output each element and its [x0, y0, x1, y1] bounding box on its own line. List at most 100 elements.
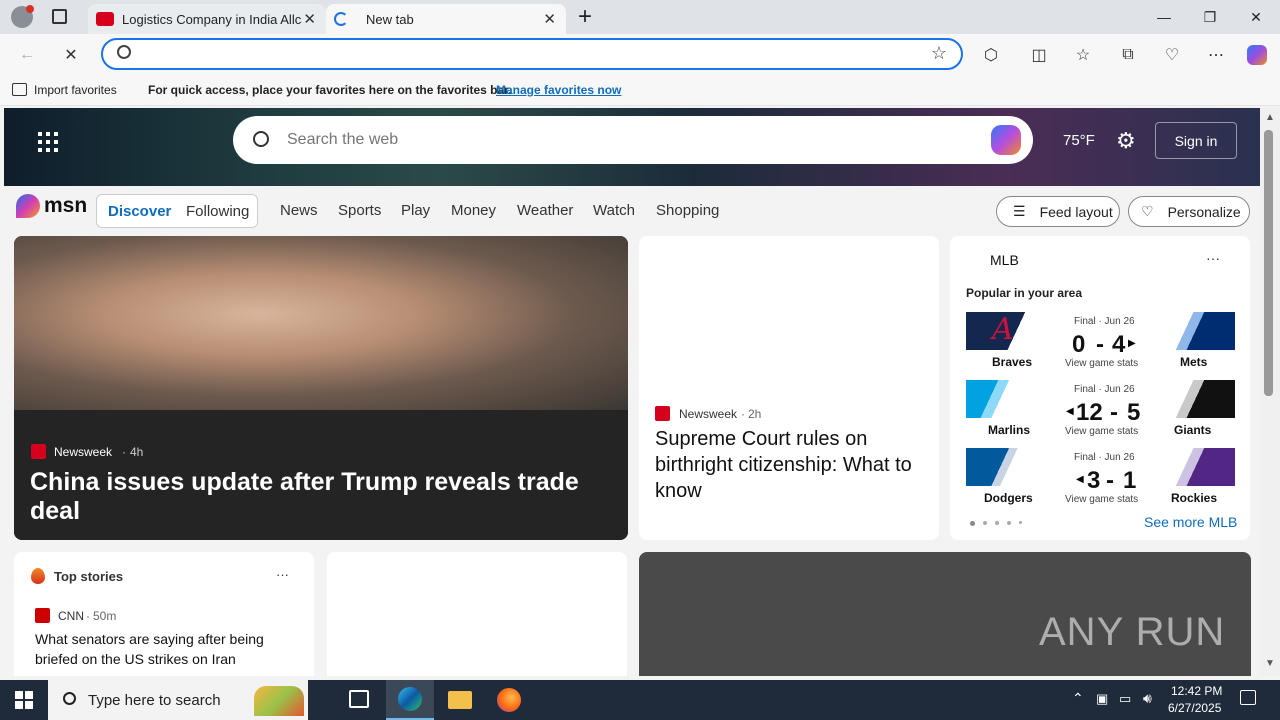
see-more-mlb-link[interactable]: See more MLB — [1144, 514, 1237, 530]
new-tab-button[interactable]: + — [578, 3, 592, 31]
header-background: 75°F ⚙ Sign in — [4, 108, 1260, 186]
restore-button[interactable]: ❐ — [1187, 0, 1233, 34]
scrollbar-thumb[interactable] — [1264, 130, 1273, 396]
more-options-icon[interactable]: ··· — [276, 567, 289, 582]
personalize-button[interactable]: ♡ Personalize — [1128, 196, 1250, 227]
favorites-icon[interactable]: ☆ — [1070, 42, 1096, 68]
firefox-icon[interactable] — [497, 688, 521, 712]
hero-headline[interactable]: China issues update after Trump reveals … — [30, 468, 610, 526]
weather-temperature[interactable]: 75°F — [1063, 132, 1095, 149]
msn-logo[interactable]: msn — [16, 194, 87, 218]
clock-time[interactable]: 12:42 PM — [1171, 684, 1222, 698]
feed-layout-button[interactable]: ☰ Feed layout — [996, 196, 1120, 227]
story-headline[interactable]: Supreme Court rules on birthright citize… — [655, 426, 923, 504]
score-dash: - — [1106, 467, 1114, 494]
apps-launcher-icon[interactable] — [38, 132, 58, 152]
sign-in-button[interactable]: Sign in — [1155, 122, 1237, 159]
tab-following[interactable]: Following — [186, 203, 249, 220]
top-stories-title[interactable]: Top stories — [54, 569, 123, 584]
device-icon[interactable]: ▣ — [1096, 691, 1108, 707]
profile-icon[interactable] — [11, 5, 34, 28]
msn-logo-text: msn — [44, 194, 88, 217]
copilot-icon[interactable] — [1244, 42, 1270, 68]
volume-icon[interactable]: 🔊︎ — [1143, 690, 1152, 707]
rockies-team-color — [1145, 448, 1235, 486]
allcargo-favicon-icon — [96, 12, 114, 26]
view-game-stats-link[interactable]: View game stats — [1065, 494, 1138, 505]
nav-play[interactable]: Play — [401, 202, 430, 219]
nav-watch[interactable]: Watch — [593, 202, 635, 219]
home-team: Braves — [992, 355, 1033, 369]
scroll-up-icon[interactable]: ▲ — [1265, 112, 1275, 123]
hero-age: 4h — [130, 445, 144, 459]
tab-discover[interactable]: Discover — [108, 203, 171, 220]
clock-date[interactable]: 6/27/2025 — [1168, 701, 1221, 715]
notifications-icon[interactable] — [1240, 690, 1256, 705]
more-options-icon[interactable]: ··· — [1206, 250, 1220, 266]
import-favorites-button[interactable]: Import favorites — [34, 83, 117, 97]
view-game-stats-link[interactable]: View game stats — [1065, 426, 1138, 437]
view-game-stats-link[interactable]: View game stats — [1065, 358, 1138, 369]
game-score-row[interactable]: Marlins Giants Final · Jun 26 ◀ 12 - 5 V… — [966, 380, 1235, 440]
nav-sports[interactable]: Sports — [338, 202, 381, 219]
browser-essentials-icon[interactable]: ♡ — [1159, 42, 1185, 68]
story-source: CNN — [58, 609, 84, 623]
page-scrollbar[interactable]: ▲ ▼ — [1260, 108, 1280, 676]
story-card[interactable]: Newsweek · 2h Supreme Court rules on bir… — [639, 236, 939, 540]
empty-card — [327, 552, 627, 676]
nav-news[interactable]: News — [280, 202, 318, 219]
extensions-icon[interactable]: ⬡ — [978, 42, 1004, 68]
address-input[interactable] — [143, 44, 923, 64]
home-score: 12 — [1076, 399, 1103, 426]
close-tab-icon[interactable]: ✕ — [303, 10, 316, 28]
add-favorite-star-icon[interactable]: ☆ — [931, 43, 947, 64]
tab-new-tab[interactable]: New tab ✕ — [326, 4, 566, 34]
minimize-button[interactable]: — — [1141, 0, 1187, 34]
tab-title: Logistics Company in India Allcargo — [122, 11, 302, 27]
taskbar-search-box[interactable]: Type here to search — [48, 680, 308, 720]
stop-loading-icon[interactable]: ✕ — [58, 42, 84, 68]
mlb-title[interactable]: MLB — [990, 252, 1019, 268]
settings-gear-icon[interactable]: ⚙ — [1116, 128, 1136, 154]
story-age: 2h — [748, 407, 762, 421]
nav-shopping[interactable]: Shopping — [656, 202, 719, 219]
video-card[interactable]: ANY RUN — [639, 552, 1251, 676]
game-status: Final · Jun 26 — [1074, 316, 1135, 327]
copilot-search-icon[interactable] — [991, 125, 1021, 155]
game-score-row[interactable]: A Braves Mets Final · Jun 26 0 - 4 ▶ Vie… — [966, 312, 1235, 372]
story-age: 50m — [93, 609, 117, 623]
dodgers-team-color — [966, 448, 1056, 486]
web-search-input[interactable] — [287, 128, 927, 152]
story-headline[interactable]: What senators are saying after being bri… — [35, 629, 297, 669]
nav-money[interactable]: Money — [451, 202, 496, 219]
close-tab-icon[interactable]: ✕ — [543, 10, 556, 28]
more-menu-icon[interactable]: ⋯ — [1203, 42, 1229, 68]
network-icon[interactable]: ▭ — [1119, 691, 1131, 707]
import-favorites-icon — [12, 83, 27, 96]
collections-icon[interactable]: ⧉ — [1115, 42, 1141, 68]
tab-actions-icon[interactable] — [52, 9, 67, 24]
tab-allcargo[interactable]: Logistics Company in India Allcargo ✕ — [88, 4, 326, 34]
close-window-button[interactable]: ✕ — [1233, 0, 1279, 34]
show-hidden-icons-icon[interactable]: ⌃ — [1072, 690, 1084, 707]
tab-strip: Logistics Company in India Allcargo ✕ Ne… — [0, 0, 1280, 34]
scroll-down-icon[interactable]: ▼ — [1265, 658, 1275, 669]
start-button[interactable] — [0, 680, 48, 720]
back-icon[interactable]: ← — [14, 42, 40, 68]
score-dash: - — [1110, 399, 1118, 426]
home-team: Marlins — [988, 423, 1031, 437]
top-stories-card: Top stories ··· CNN · 50m What senators … — [14, 552, 314, 676]
hero-photo — [14, 236, 628, 410]
file-explorer-icon[interactable] — [448, 691, 472, 709]
manage-favorites-link[interactable]: Manage favorites now — [496, 83, 621, 97]
edge-taskbar-button[interactable] — [386, 680, 434, 720]
mets-team-color — [1145, 312, 1235, 350]
cnn-logo-icon — [35, 608, 50, 623]
address-bar[interactable]: ☆ — [101, 38, 963, 70]
split-screen-icon[interactable]: ◫ — [1026, 42, 1052, 68]
hero-story-card[interactable]: Newsweek · 4h China issues update after … — [14, 236, 628, 540]
nav-weather[interactable]: Weather — [517, 202, 573, 219]
task-view-icon[interactable] — [349, 690, 369, 708]
game-score-row[interactable]: Dodgers Rockies Final · Jun 26 ◀ 3 - 1 V… — [966, 448, 1235, 508]
web-search-box[interactable] — [233, 116, 1033, 164]
